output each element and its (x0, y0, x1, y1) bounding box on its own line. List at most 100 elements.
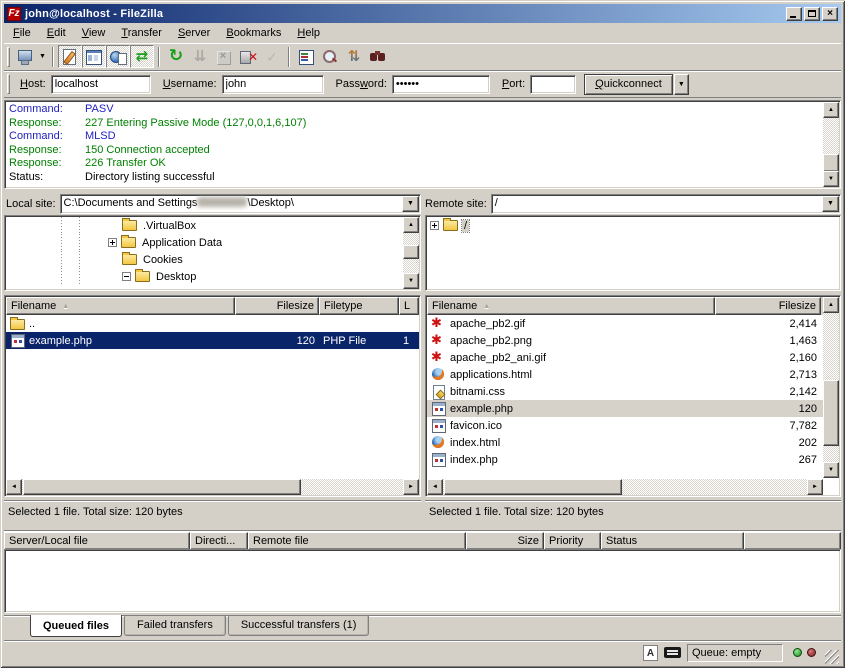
directory-comparison-button[interactable] (318, 45, 342, 68)
username-input[interactable] (222, 75, 324, 94)
queue-column-status[interactable]: Status (601, 532, 744, 550)
menu-item-view[interactable]: View (74, 25, 114, 41)
remote-vscrollbar[interactable]: ▲ ▼ (823, 297, 839, 478)
site-manager-button[interactable] (13, 45, 37, 68)
scroll-right-button[interactable]: ► (807, 479, 823, 495)
collapse-icon[interactable] (122, 272, 131, 281)
column-header-l[interactable]: L (399, 297, 419, 315)
file-row[interactable]: example.php120PHP File1 (6, 332, 419, 349)
remote-site-bar: Remote site: / ▼ (425, 193, 841, 214)
scroll-down-button[interactable]: ▼ (823, 462, 839, 478)
quickconnect-button[interactable]: Quickconnect (584, 74, 673, 95)
menu-item-server[interactable]: Server (170, 25, 218, 41)
synchronized-browsing-button[interactable] (342, 45, 366, 68)
local-site-combo[interactable]: C:\Documents and Settings\Desktop\ ▼ (60, 194, 421, 214)
tab-successful-transfers-[interactable]: Successful transfers (1) (228, 616, 370, 636)
speed-limit-icon[interactable] (664, 647, 681, 658)
tree-item-label[interactable]: Cookies (141, 254, 185, 266)
file-row[interactable]: apache_pb2.gif2,414 (427, 315, 823, 332)
process-queue-button (188, 45, 212, 68)
local-tree-scrollbar[interactable]: ▲ ▼ (403, 217, 419, 289)
file-row[interactable]: favicon.ico7,782 (427, 417, 823, 434)
column-header-filesize[interactable]: Filesize (715, 297, 821, 315)
tree-item[interactable]: / (426, 217, 840, 234)
expand-icon[interactable] (430, 221, 439, 230)
file-row[interactable]: applications.html2,713 (427, 366, 823, 383)
menu-item-transfer[interactable]: Transfer (113, 25, 170, 41)
menu-item-file[interactable]: File (5, 25, 39, 41)
menu-item-edit[interactable]: Edit (39, 25, 74, 41)
remote-site-combo[interactable]: / ▼ (491, 194, 841, 214)
file-row[interactable]: bitnami.css2,142 (427, 383, 823, 400)
port-input[interactable] (530, 75, 576, 94)
scroll-up-button[interactable]: ▲ (403, 217, 419, 233)
scroll-thumb[interactable] (444, 479, 622, 495)
resize-grip[interactable] (825, 650, 839, 664)
file-row[interactable]: .. (6, 315, 419, 332)
scroll-left-button[interactable]: ◄ (427, 479, 443, 495)
column-header-filetype[interactable]: Filetype (319, 297, 399, 315)
tab-failed-transfers[interactable]: Failed transfers (124, 616, 226, 636)
tree-item[interactable]: Application Data (5, 234, 420, 251)
disconnect-button[interactable] (236, 45, 260, 68)
tree-item-label[interactable]: .VirtualBox (141, 220, 198, 232)
queue-column-remotefile[interactable]: Remote file (248, 532, 466, 550)
local-hscrollbar[interactable]: ◄ ► (6, 479, 419, 495)
directory-comparison-icon (321, 49, 339, 65)
minimize-button[interactable] (786, 7, 802, 21)
password-input[interactable] (392, 75, 490, 94)
scroll-left-button[interactable]: ◄ (6, 479, 22, 495)
toggle-directory-tree-button[interactable] (106, 45, 130, 68)
queue-column-priority[interactable]: Priority (544, 532, 601, 550)
scroll-up-button[interactable]: ▲ (823, 297, 839, 313)
toggle-message-log-button[interactable] (58, 45, 82, 68)
file-row[interactable]: example.php120 (427, 400, 823, 417)
scroll-down-button[interactable]: ▼ (823, 171, 839, 187)
scroll-thumb[interactable] (403, 245, 419, 259)
tree-item-label[interactable]: Desktop (154, 271, 198, 283)
file-row[interactable]: apache_pb2.png1,463 (427, 332, 823, 349)
toggle-local-remote-view-button[interactable] (82, 45, 106, 68)
combo-dropdown-button[interactable]: ▼ (402, 196, 419, 212)
refresh-button[interactable] (164, 45, 188, 68)
column-header-filename[interactable]: Filename▲ (427, 297, 715, 315)
file-row[interactable]: index.php267 (427, 451, 823, 468)
toggle-transfer-queue-button[interactable] (130, 45, 154, 68)
queue-column-directi[interactable]: Directi... (190, 532, 248, 550)
combo-dropdown-button[interactable]: ▼ (822, 196, 839, 212)
column-header-filename[interactable]: Filename▲ (6, 297, 235, 315)
scroll-thumb[interactable] (823, 380, 839, 446)
site-manager-dropdown[interactable]: ▼ (37, 45, 48, 68)
scroll-up-button[interactable]: ▲ (823, 102, 839, 118)
tree-item-label[interactable]: Application Data (140, 237, 224, 249)
activity-light-red-icon (807, 648, 816, 657)
tree-item[interactable]: Desktop (5, 268, 420, 285)
maximize-button[interactable] (804, 7, 820, 21)
column-header-filesize[interactable]: Filesize (235, 297, 319, 315)
quickconnect-dropdown[interactable]: ▼ (674, 74, 689, 95)
tree-item-label[interactable]: / (462, 220, 469, 232)
log-line-label: Status: (9, 171, 85, 185)
tab-queued-files[interactable]: Queued files (30, 615, 122, 637)
expand-icon[interactable] (108, 238, 117, 247)
close-button[interactable]: × (822, 7, 838, 21)
tree-item[interactable]: Cookies (5, 251, 420, 268)
scroll-thumb[interactable] (823, 154, 839, 172)
log-line-label: Command: (9, 103, 85, 117)
scroll-down-button[interactable]: ▼ (403, 273, 419, 289)
menu-item-help[interactable]: Help (289, 25, 328, 41)
host-input[interactable] (51, 75, 151, 94)
queue-column-size[interactable]: Size (466, 532, 544, 550)
remote-hscrollbar[interactable]: ◄ ► (427, 479, 823, 495)
queue-column-serverlocalfile[interactable]: Server/Local file (4, 532, 190, 550)
toolbar-grip (7, 47, 10, 67)
file-row[interactable]: apache_pb2_ani.gif2,160 (427, 349, 823, 366)
menu-item-bookmarks[interactable]: Bookmarks (218, 25, 289, 41)
log-scrollbar[interactable]: ▲ ▼ (823, 102, 839, 187)
directory-listing-filters-button[interactable] (294, 45, 318, 68)
tree-item[interactable]: .VirtualBox (5, 217, 420, 234)
file-row[interactable]: index.html202 (427, 434, 823, 451)
find-files-button[interactable] (366, 45, 390, 68)
scroll-thumb[interactable] (23, 479, 301, 495)
scroll-right-button[interactable]: ► (403, 479, 419, 495)
